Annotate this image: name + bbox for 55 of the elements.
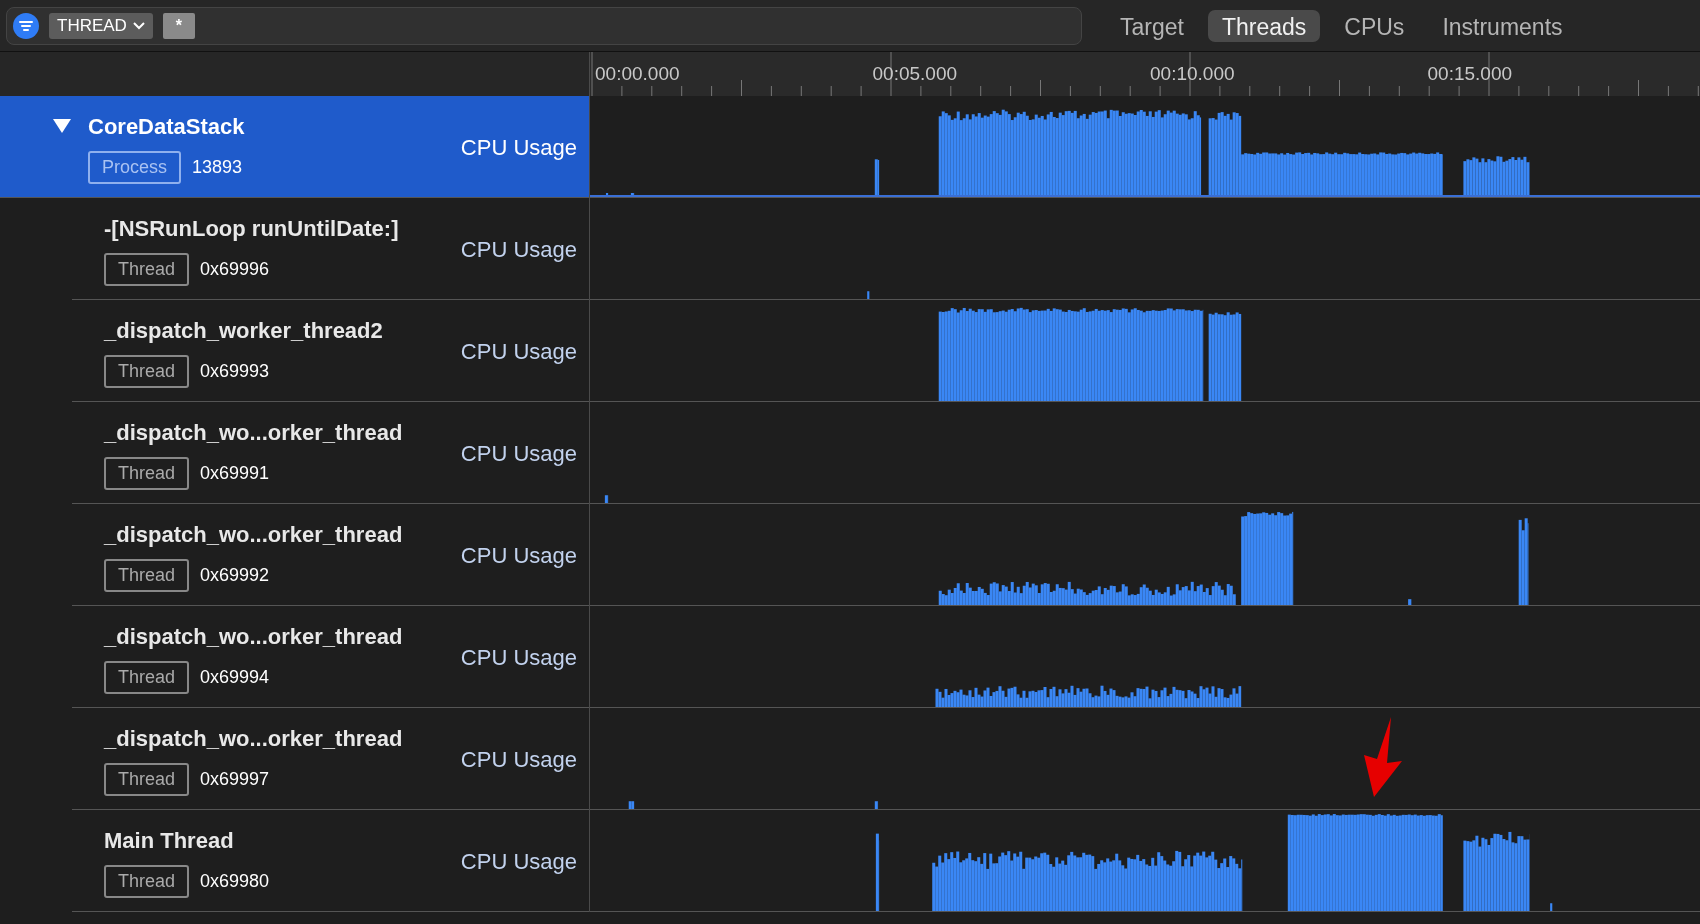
track-id: 13893 [192,156,243,179]
track-name: _dispatch_wo...orker_thread [104,623,404,651]
filter-bar[interactable]: THREAD * [6,6,1082,45]
instrument-label: CPU Usage [460,235,578,264]
cpu-usage-bars [630,193,635,197]
time-label: 00:15.000 [1426,62,1514,86]
chevron-down-icon [132,21,145,30]
instrument-label: CPU Usage [460,439,578,468]
track-name: _dispatch_wo...orker_thread [104,521,404,549]
track-id: 0x69993 [200,360,270,383]
cpu-usage-bars [1408,599,1412,605]
track-type-tag: Thread [104,559,190,592]
view-tab[interactable]: Threads [1207,9,1321,42]
track-header[interactable]: CoreDataStack Process 13893 CPU Usage [0,96,590,198]
cpu-usage-bar [1550,903,1553,911]
cpu-usage-bars [604,495,609,503]
track-type-tag: Thread [104,661,190,694]
track-type-tag: Thread [104,763,190,796]
cpu-usage-bars [1463,156,1530,197]
cpu-usage-bars [874,801,879,809]
track-id: 0x69980 [200,870,270,893]
cpu-usage-bars [628,801,635,809]
time-label: 00:05.000 [871,62,959,86]
track-name: _dispatch_wo...orker_thread [104,725,404,753]
instrument-label: CPU Usage [460,643,578,672]
track-name: _dispatch_worker_thread2 [104,317,384,345]
view-tab[interactable]: Target [1106,9,1198,42]
track-id: 0x69996 [200,258,270,281]
disclosure-triangle-icon[interactable] [52,118,72,134]
view-tab[interactable]: CPUs [1330,9,1419,42]
instrument-label: CPU Usage [460,541,578,570]
instrument-label: CPU Usage [460,133,578,162]
track-id: 0x69991 [200,462,270,485]
track-type-tag: Thread [104,865,190,898]
track-type-tag: Process [88,151,182,184]
track-name: -[NSRunLoop runUntilDate:] [104,215,400,243]
track-type-tag: Thread [104,253,190,286]
track-id: 0x69997 [200,768,270,791]
filter-icon[interactable] [13,12,39,39]
cpu-usage-bar [867,291,870,299]
track-type-tag: Thread [104,355,190,388]
track-name: Main Thread [104,827,235,855]
time-label: 00:10.000 [1149,62,1236,86]
instrument-label: CPU Usage [460,337,578,366]
track-type-tag: Thread [104,457,190,490]
instrument-label: CPU Usage [460,847,578,876]
track-name: CoreDataStack [88,113,246,141]
scope-dropdown[interactable]: THREAD [49,12,153,39]
view-tab[interactable]: Instruments [1428,9,1577,42]
track-id: 0x69994 [200,666,270,689]
time-label: 00:00.000 [594,62,681,86]
track-name: _dispatch_wo...orker_thread [104,419,404,447]
track-id: 0x69992 [200,564,270,587]
instrument-label: CPU Usage [460,745,578,774]
cpu-usage-bars [874,159,880,197]
